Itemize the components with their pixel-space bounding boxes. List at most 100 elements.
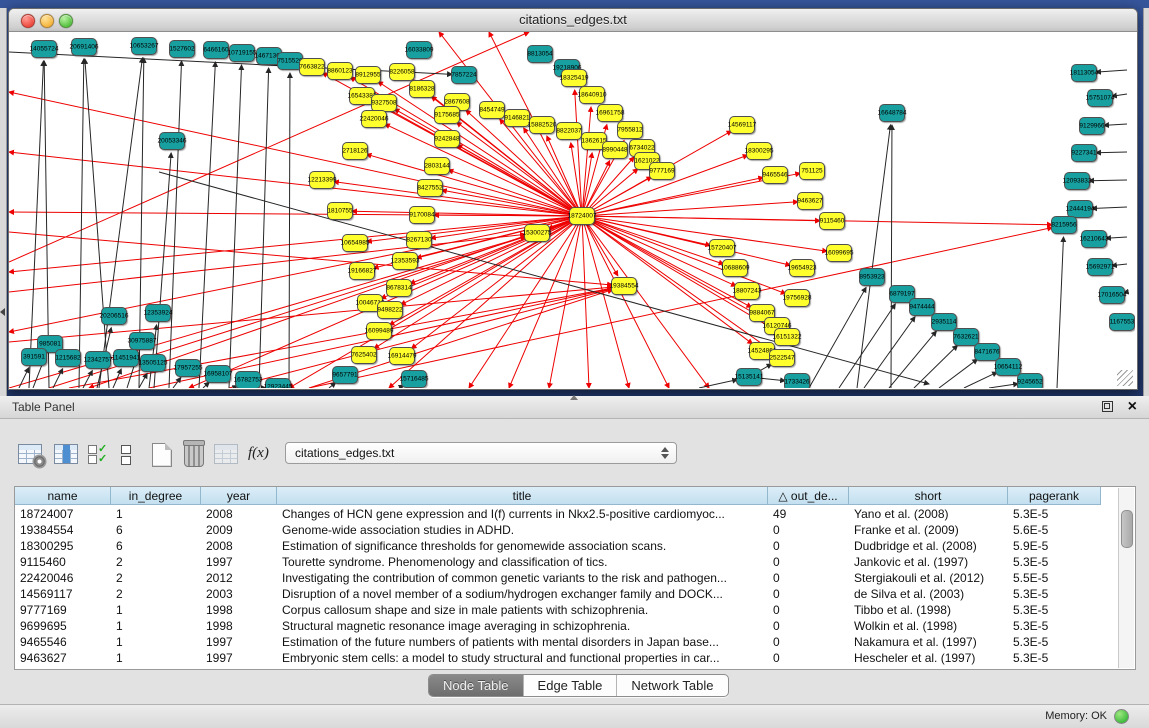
graph-node[interactable] [424, 157, 450, 175]
graph-node[interactable] [131, 37, 157, 55]
graph-node[interactable] [129, 332, 155, 350]
graph-node[interactable] [1087, 89, 1113, 107]
graph-node[interactable] [789, 259, 815, 277]
tab-node-table[interactable]: Node Table [429, 675, 524, 696]
graph-node[interactable] [349, 262, 375, 280]
table-row[interactable]: 1830029562008Estimation of significance … [15, 538, 1135, 554]
graph-node[interactable] [769, 349, 795, 367]
graph-node[interactable] [784, 289, 810, 307]
graph-node[interactable] [401, 370, 427, 388]
graph-node[interactable] [406, 231, 432, 249]
graph-node[interactable] [332, 366, 358, 384]
panel-divider-handle[interactable] [570, 395, 578, 400]
graph-node[interactable] [797, 192, 823, 210]
graph-node[interactable] [826, 244, 852, 262]
window-resize-grip[interactable] [1117, 370, 1133, 386]
graph-node[interactable] [417, 179, 443, 197]
select-visible-columns-button[interactable]: ✓✓ [88, 444, 107, 464]
tab-network-table[interactable]: Network Table [617, 675, 727, 696]
graph-node[interactable] [734, 282, 760, 300]
graph-node[interactable] [159, 132, 185, 150]
graph-node[interactable] [504, 109, 530, 127]
graph-node[interactable] [819, 212, 845, 230]
graph-node[interactable] [140, 354, 166, 372]
left-panel-edge[interactable] [0, 8, 7, 396]
graph-node[interactable] [1099, 286, 1125, 304]
graph-node[interactable] [649, 162, 675, 180]
show-column-button[interactable] [54, 444, 78, 464]
table-row[interactable]: 911546021997Tourette syndrome. Phenomeno… [15, 554, 1135, 570]
graph-node[interactable] [597, 104, 623, 122]
graph-node[interactable] [145, 304, 171, 322]
graph-node[interactable] [995, 358, 1021, 376]
column-header-title[interactable]: title [277, 487, 768, 505]
graph-node[interactable] [55, 349, 81, 367]
graph-node[interactable] [561, 69, 587, 87]
graph-node[interactable] [299, 58, 325, 76]
graph-node[interactable] [265, 378, 291, 388]
graph-node[interactable] [389, 347, 415, 365]
graph-node[interactable] [377, 301, 403, 319]
column-header-pagerank[interactable]: pagerank [1008, 487, 1101, 505]
graph-node[interactable] [556, 122, 582, 140]
column-header-short[interactable]: short [849, 487, 1008, 505]
graph-node[interactable] [386, 279, 412, 297]
function-builder-button[interactable]: f(x) [248, 445, 269, 462]
graph-node[interactable] [799, 162, 825, 180]
graph-node[interactable] [361, 110, 387, 128]
close-panel-icon[interactable]: × [1128, 397, 1137, 417]
graph-node[interactable] [579, 86, 605, 104]
graph-node[interactable] [409, 80, 435, 98]
graph-node[interactable] [309, 171, 335, 189]
graph-node[interactable] [342, 142, 368, 160]
column-header-in_degree[interactable]: in_degree [111, 487, 201, 505]
table-header-row[interactable]: namein_degreeyeartitle△ out_de...shortpa… [15, 487, 1135, 506]
graph-node[interactable] [392, 252, 418, 270]
graph-node[interactable] [434, 130, 460, 148]
graph-node[interactable] [729, 116, 755, 134]
graph-node[interactable] [762, 166, 788, 184]
graph-node[interactable] [611, 277, 637, 295]
graph-node[interactable] [1051, 216, 1077, 234]
table-row[interactable]: 969969511998Structural magnetic resonanc… [15, 618, 1135, 634]
graph-node[interactable] [389, 63, 415, 81]
column-header-year[interactable]: year [201, 487, 277, 505]
delete-table-button[interactable] [184, 443, 204, 467]
float-panel-icon[interactable] [1102, 401, 1113, 412]
graph-node[interactable] [229, 44, 255, 62]
scrollbar-thumb[interactable] [1121, 510, 1133, 548]
row-height-button[interactable] [121, 445, 131, 467]
graph-node[interactable] [85, 351, 111, 369]
graph-node[interactable] [1081, 230, 1107, 248]
table-row[interactable]: 1456911722003Disruption of a novel membe… [15, 586, 1135, 602]
right-panel-edge[interactable] [1143, 8, 1149, 396]
graph-node[interactable] [879, 104, 905, 122]
graph-node[interactable] [479, 101, 505, 119]
table-row[interactable]: 946362711997Embryonic stem cells: a mode… [15, 650, 1135, 666]
table-settings-button[interactable] [18, 444, 42, 464]
graph-node[interactable] [1071, 64, 1097, 82]
graph-node[interactable] [101, 307, 127, 325]
graph-node[interactable] [569, 207, 595, 225]
node-attribute-table[interactable]: namein_degreeyeartitle△ out_de...shortpa… [14, 486, 1136, 670]
graph-node[interactable] [529, 116, 555, 134]
graph-node[interactable] [746, 142, 772, 160]
graph-node[interactable] [774, 328, 800, 346]
graph-node[interactable] [1079, 117, 1105, 135]
column-header-out_de[interactable]: △ out_de... [768, 487, 849, 505]
table-row[interactable]: 977716911998Corpus callosum shape and si… [15, 602, 1135, 618]
create-new-table-button[interactable] [152, 443, 172, 467]
network-window-titlebar[interactable]: citations_edges.txt [9, 9, 1137, 32]
graph-node[interactable] [366, 322, 392, 340]
graph-node[interactable] [327, 62, 353, 80]
graph-node[interactable] [21, 348, 47, 366]
graph-node[interactable] [355, 66, 381, 84]
graph-node[interactable] [524, 224, 550, 242]
graph-node[interactable] [709, 239, 735, 257]
table-selector-dropdown[interactable]: citations_edges.txt [285, 442, 677, 464]
graph-node[interactable] [203, 41, 229, 59]
graph-node[interactable] [909, 298, 935, 316]
graph-node[interactable] [931, 313, 957, 331]
table-row[interactable]: 1938455462009Genome-wide association stu… [15, 522, 1135, 538]
graph-node[interactable] [722, 259, 748, 277]
